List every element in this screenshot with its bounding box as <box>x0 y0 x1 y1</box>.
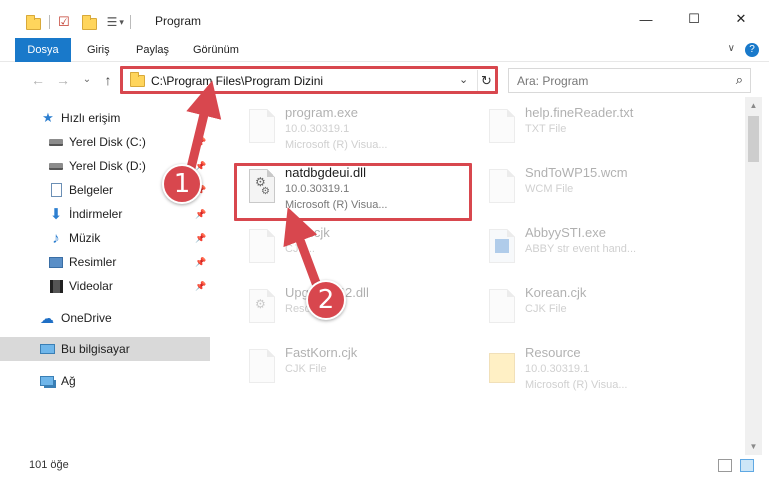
cloud-icon: ☁ <box>40 309 54 326</box>
up-button[interactable]: ↑ <box>99 71 117 89</box>
exe-file-icon <box>245 109 277 149</box>
separator <box>49 15 50 29</box>
file-tile[interactable]: SndToWP15.wcm WCM File <box>477 163 717 219</box>
search-icon[interactable]: ⌕ <box>736 72 743 88</box>
computer-icon <box>39 341 55 357</box>
search-box[interactable]: Ara: Program ⌕ <box>508 68 751 93</box>
tab-share[interactable]: Paylaş <box>126 38 179 62</box>
sidebar-item-pictures[interactable]: Resimler 📌 <box>0 250 210 274</box>
large-icons-view-icon[interactable] <box>740 459 754 472</box>
search-placeholder[interactable]: Ara: Program <box>517 74 588 88</box>
forward-button[interactable]: → <box>54 71 72 89</box>
sidebar-item-downloads[interactable]: ⬇ İndirmeler 📌 <box>0 202 210 226</box>
music-icon: ♪ <box>52 229 60 247</box>
back-button[interactable]: ← <box>29 71 47 89</box>
file-icon <box>485 289 517 329</box>
window-title: Program <box>155 14 202 28</box>
pin-icon[interactable]: 📌 <box>195 209 206 220</box>
file-list: program.exe 10.0.30319.1 Microsoft (R) V… <box>211 97 745 455</box>
file-icon <box>245 229 277 269</box>
videos-icon <box>48 278 64 294</box>
text-file-icon <box>485 109 517 149</box>
address-bar-highlight <box>120 66 498 94</box>
vertical-scrollbar[interactable]: ▲ ▼ <box>745 97 762 455</box>
sidebar-item-network[interactable]: Ağ <box>0 369 210 393</box>
file-tile[interactable]: help.fineReader.txt TXT File <box>477 103 717 159</box>
tab-file[interactable]: Dosya <box>15 38 71 62</box>
star-icon: ★ <box>42 110 54 125</box>
pin-icon[interactable]: 📌 <box>195 257 206 268</box>
sidebar-item-music[interactable]: ♪ Müzik 📌 <box>0 226 210 250</box>
sidebar-item-videos[interactable]: Videolar 📌 <box>0 274 210 298</box>
file-tile[interactable]: ⚙ Upg...ent42.dll Reso...LL <box>237 283 477 339</box>
toolbar-dropdown-icon[interactable]: ▾ <box>119 17 124 28</box>
pictures-icon <box>48 254 64 270</box>
scroll-thumb[interactable] <box>748 116 759 162</box>
file-tile[interactable]: AbbyySTI.exe ABBY str event hand... <box>477 223 717 279</box>
file-icon <box>485 169 517 209</box>
file-tile[interactable]: program.exe 10.0.30319.1 Microsoft (R) V… <box>237 103 477 159</box>
expand-ribbon-icon[interactable]: ∨ <box>728 43 735 54</box>
file-tile[interactable]: ...an.cjk CJK... <box>237 223 477 279</box>
separator <box>129 15 131 29</box>
step-2-badge: 2 <box>306 280 346 320</box>
application-icon <box>485 229 517 269</box>
item-count: 101 öğe <box>29 459 69 471</box>
new-folder-icon[interactable] <box>81 14 97 30</box>
navigation-pane: ★ Hızlı erişim Yerel Disk (C:) 📌 Yerel D… <box>0 97 210 455</box>
quick-access-toolbar: ☑ ☰ ▾ <box>26 12 137 32</box>
recent-locations-icon[interactable]: ⌄ <box>78 71 96 89</box>
scroll-up-icon[interactable]: ▲ <box>745 97 762 114</box>
dll-file-icon: ⚙ <box>245 289 277 329</box>
tab-home[interactable]: Giriş <box>77 38 120 62</box>
folder-file-icon <box>485 349 517 389</box>
ribbon-tabs: Dosya Giriş Paylaş Görünüm ∨ ? <box>0 38 769 62</box>
file-highlight <box>234 163 472 221</box>
documents-icon <box>48 182 64 198</box>
pin-icon[interactable]: 📌 <box>195 281 206 292</box>
step-1-badge: 1 <box>162 164 202 204</box>
drive-icon <box>48 158 64 174</box>
customize-toolbar-icon[interactable]: ☰ <box>107 15 118 29</box>
title-bar: ☑ ☰ ▾ Program — ☐ ✕ <box>0 0 769 38</box>
tab-view[interactable]: Görünüm <box>183 38 249 62</box>
file-icon <box>245 349 277 389</box>
sidebar-item-local-disk-c[interactable]: Yerel Disk (C:) 📌 <box>0 130 210 154</box>
download-icon: ⬇ <box>49 206 63 223</box>
sidebar-item-quick-access[interactable]: ★ Hızlı erişim <box>0 106 210 130</box>
maximize-button[interactable]: ☐ <box>679 8 709 30</box>
network-icon <box>39 373 55 389</box>
sidebar-item-onedrive[interactable]: ☁ OneDrive <box>0 306 210 330</box>
file-tile[interactable]: Resource 10.0.30319.1 Microsoft (R) Visu… <box>477 343 717 399</box>
help-icon[interactable]: ? <box>745 43 759 57</box>
file-tile[interactable]: FastKorn.cjk CJK File <box>237 343 477 399</box>
close-button[interactable]: ✕ <box>726 8 756 30</box>
folder-icon <box>26 14 41 30</box>
pin-icon[interactable]: 📌 <box>195 137 206 148</box>
status-bar: 101 öğe <box>0 455 769 478</box>
minimize-button[interactable]: — <box>631 8 661 30</box>
file-tile[interactable]: Korean.cjk CJK File <box>477 283 717 339</box>
sidebar-item-this-pc[interactable]: Bu bilgisayar <box>0 337 210 361</box>
details-view-icon[interactable] <box>718 459 732 472</box>
properties-icon[interactable]: ☑ <box>58 14 70 30</box>
drive-icon <box>48 134 64 150</box>
scroll-down-icon[interactable]: ▼ <box>745 438 762 455</box>
pin-icon[interactable]: 📌 <box>195 233 206 244</box>
